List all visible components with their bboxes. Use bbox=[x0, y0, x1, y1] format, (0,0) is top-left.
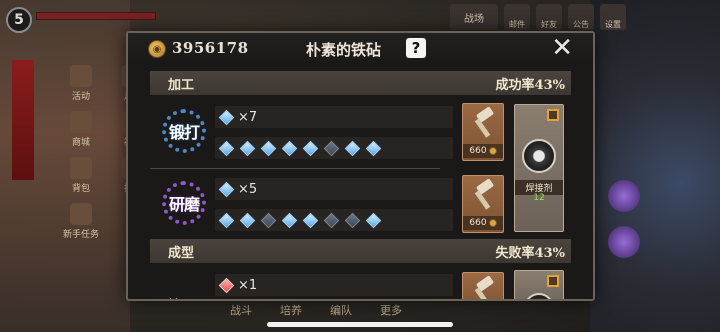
bottom-tabs: 战斗 培养 编队 更多 bbox=[230, 302, 402, 318]
settings-button[interactable]: 设置 bbox=[600, 4, 626, 30]
hammer-icon bbox=[471, 106, 497, 138]
right-skill-icons bbox=[608, 180, 640, 258]
gem-slot-icon bbox=[218, 212, 235, 228]
menu-item-bag[interactable]: 背包 bbox=[60, 154, 102, 194]
quest-icon bbox=[70, 203, 92, 225]
skill-orb-icon[interactable] bbox=[608, 180, 640, 212]
gem-slot-icon bbox=[260, 140, 277, 156]
forge-emblem-icon[interactable]: 锻打 bbox=[162, 109, 206, 153]
menu-item-activity[interactable]: 活动 bbox=[60, 62, 102, 102]
bag-icon bbox=[70, 157, 92, 179]
gem-slots bbox=[215, 209, 453, 231]
gem-icon bbox=[218, 181, 235, 197]
gem-slot-icon bbox=[239, 140, 256, 156]
forge-row: 锻打 ×7 660 bbox=[150, 99, 571, 167]
shaping-emblem-icon[interactable]: ⚔ bbox=[168, 295, 179, 299]
welding-agent-icon bbox=[522, 139, 556, 173]
friends-button[interactable]: 好友 bbox=[536, 4, 562, 30]
activity-icon bbox=[70, 65, 92, 87]
gem-slot-icon bbox=[365, 140, 382, 156]
gem-count: ×7 bbox=[238, 109, 258, 125]
success-rate: 成功率43% bbox=[495, 77, 565, 93]
notice-button[interactable]: 公告 bbox=[568, 4, 594, 30]
home-indicator[interactable] bbox=[267, 322, 453, 327]
section-shaping-header: 成型 失败率43% bbox=[150, 239, 571, 263]
material-icon bbox=[524, 293, 554, 299]
section-label: 成型 bbox=[168, 245, 195, 261]
player-level-badge[interactable]: 5 bbox=[6, 7, 32, 33]
gem-slot-icon bbox=[281, 212, 298, 228]
forge-cost: 660 bbox=[463, 144, 503, 158]
top-bar: 战场 邮件 好友 公告 设置 bbox=[450, 4, 626, 30]
coin-icon bbox=[488, 147, 497, 155]
red-banner bbox=[12, 60, 34, 180]
coin-icon bbox=[488, 219, 497, 227]
gem-requirement: ×5 bbox=[215, 178, 453, 200]
section-process-header: 加工 成功率43% bbox=[150, 71, 571, 95]
gem-slots bbox=[215, 137, 453, 159]
gem-slot-icon bbox=[302, 140, 319, 156]
grind-hammer-button[interactable]: 660 bbox=[462, 175, 504, 233]
material-slot-2[interactable] bbox=[514, 270, 564, 299]
gem-slot-icon bbox=[281, 140, 298, 156]
hammer-icon bbox=[471, 178, 497, 210]
hammer-icon bbox=[471, 275, 497, 299]
right-scene bbox=[590, 0, 720, 332]
shaping-row: ⚔ ×1 bbox=[150, 267, 571, 299]
menu-item-shop[interactable]: 商城 bbox=[60, 108, 102, 148]
gem-requirement: ×1 bbox=[215, 274, 453, 296]
empty-gem-slot-icon bbox=[323, 140, 340, 156]
menu-item-newbie-quest[interactable]: 新手任务 bbox=[60, 200, 102, 240]
gem-slot-icon bbox=[302, 212, 319, 228]
battlefield-button[interactable]: 战场 bbox=[450, 4, 498, 30]
gem-slot-icon bbox=[218, 140, 235, 156]
section-label: 加工 bbox=[168, 77, 195, 93]
gem-requirement: ×7 bbox=[215, 106, 453, 128]
gem-slot-icon bbox=[344, 140, 361, 156]
tab-formation[interactable]: 编队 bbox=[330, 302, 352, 318]
mail-button[interactable]: 邮件 bbox=[504, 4, 530, 30]
grind-cost: 660 bbox=[463, 216, 503, 230]
material-count: 12 bbox=[533, 193, 545, 203]
close-icon[interactable]: ✕ bbox=[551, 35, 573, 61]
modal-title: 朴素的铁砧 bbox=[305, 41, 381, 59]
grind-row: 研磨 ×5 660 bbox=[150, 171, 571, 239]
shop-icon bbox=[70, 111, 92, 133]
red-gem-icon bbox=[218, 277, 235, 293]
modal-header: ◉ 3956178 朴素的铁砧 ? ✕ bbox=[128, 33, 593, 65]
player-hp-bar bbox=[36, 12, 156, 20]
help-icon[interactable]: ? bbox=[406, 38, 426, 58]
divider bbox=[150, 168, 440, 169]
gem-icon bbox=[218, 109, 235, 125]
gem-slot-icon bbox=[239, 212, 256, 228]
empty-gem-slot-icon bbox=[344, 212, 361, 228]
forge-hammer-button[interactable]: 660 bbox=[462, 103, 504, 161]
shaping-hammer-button[interactable] bbox=[462, 272, 504, 299]
gem-count: ×1 bbox=[238, 277, 258, 293]
material-checkbox[interactable] bbox=[547, 109, 559, 121]
grind-emblem-icon[interactable]: 研磨 bbox=[162, 181, 206, 225]
gem-slot-icon bbox=[365, 212, 382, 228]
empty-gem-slot-icon bbox=[323, 212, 340, 228]
anvil-modal: ◉ 3956178 朴素的铁砧 ? ✕ 加工 成功率43% 锻打 ×7 660 bbox=[126, 31, 595, 301]
empty-gem-slot-icon bbox=[260, 212, 277, 228]
material-slot-welding-agent[interactable]: 焊接剂 12 bbox=[514, 104, 564, 232]
tab-more[interactable]: 更多 bbox=[380, 302, 402, 318]
skill-orb-icon[interactable] bbox=[608, 226, 640, 258]
tab-battle[interactable]: 战斗 bbox=[230, 302, 252, 318]
gem-count: ×5 bbox=[238, 181, 258, 197]
tab-train[interactable]: 培养 bbox=[280, 302, 302, 318]
failure-rate: 失败率43% bbox=[495, 245, 565, 261]
material-checkbox[interactable] bbox=[547, 275, 559, 287]
